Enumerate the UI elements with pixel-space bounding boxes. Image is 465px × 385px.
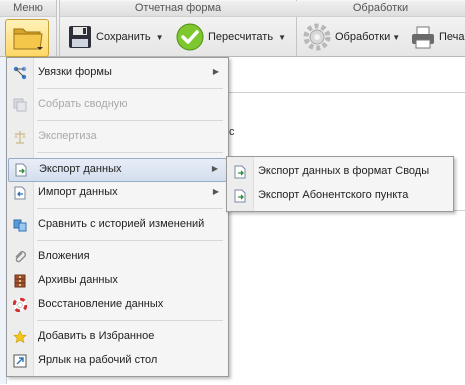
submenu-arrow-icon: ▶ — [212, 187, 219, 196]
background-form-area — [228, 210, 465, 385]
group-title-report: Отчетная форма — [60, 1, 296, 17]
menu-item-label: Вложения — [38, 250, 90, 262]
submenu-item-label: Экспорт Абонентского пункта — [258, 189, 409, 201]
save-label: Сохранить — [96, 31, 151, 43]
menu-item-label: Импорт данных — [38, 186, 118, 198]
menu-item-label: Экспертиза — [38, 130, 97, 142]
chevron-down-icon: ▼ — [278, 32, 286, 42]
export-doc-icon — [233, 165, 247, 179]
menu-separator — [37, 320, 223, 321]
star-icon — [13, 330, 27, 344]
background-text-fragment: c — [229, 126, 235, 138]
ribbon-group-processing: Обработки Обработки ▼ Печа — [296, 0, 465, 56]
recalculate-button[interactable]: Пересчитать ▼ — [175, 19, 286, 55]
print-button[interactable]: Печа — [410, 19, 465, 55]
menu-item-form-relations[interactable]: Увязки формы ▶ — [8, 62, 227, 84]
submenu-item-export-subscriber-point[interactable]: Экспорт Абонентского пункта — [228, 185, 452, 207]
compare-icon — [13, 218, 27, 232]
menu-item-label: Восстановление данных — [38, 298, 164, 310]
menu-item-data-recovery[interactable]: Восстановление данных — [8, 294, 227, 316]
import-icon — [13, 186, 27, 200]
printer-icon — [412, 26, 434, 49]
menu-separator — [37, 208, 223, 209]
main-menu-button[interactable] — [5, 19, 49, 57]
menu-item-compare-history[interactable]: Сравнить с историей изменений — [8, 214, 227, 236]
recalculate-label: Пересчитать — [208, 31, 274, 43]
menu-item-label: Сравнить с историей изменений — [38, 218, 205, 230]
menu-item-desktop-shortcut[interactable]: Ярлык на рабочий стол — [8, 350, 227, 372]
checkmark-icon — [176, 23, 204, 51]
menu-item-expertise: Экспертиза — [8, 126, 227, 148]
main-dropdown-menu: Увязки формы ▶ Собрать сводную Экспертиз… — [6, 57, 229, 377]
save-button[interactable]: Сохранить ▼ — [67, 19, 164, 55]
folder-icon — [13, 28, 43, 50]
menu-item-label: Собрать сводную — [38, 98, 128, 110]
floppy-disk-icon — [69, 26, 91, 48]
submenu-item-export-svody[interactable]: Экспорт данных в формат Своды — [228, 161, 452, 183]
menu-item-label: Ярлык на рабочий стол — [38, 354, 158, 366]
ribbon-group-report: Отчетная форма Сохранить ▼ Пересчитать ▼ — [59, 0, 297, 56]
processing-button[interactable]: Обработки ▼ — [302, 19, 400, 55]
group-title-menu: Меню — [0, 1, 56, 17]
paperclip-icon — [13, 250, 27, 264]
chevron-down-icon: ▼ — [392, 32, 401, 42]
archive-icon — [13, 274, 27, 288]
processing-label: Обработки — [335, 31, 391, 43]
menu-item-build-summary: Собрать сводную — [8, 94, 227, 116]
menu-separator — [37, 152, 223, 153]
menu-item-label: Экспорт данных — [39, 163, 122, 175]
consolidate-icon — [13, 98, 27, 112]
chevron-down-icon: ▼ — [155, 32, 164, 42]
ribbon-group-menu: Меню — [0, 0, 57, 57]
export-icon — [14, 163, 28, 177]
relations-icon — [13, 66, 27, 80]
menu-item-label: Архивы данных — [38, 274, 118, 286]
submenu-item-label: Экспорт данных в формат Своды — [258, 165, 430, 177]
shortcut-icon — [13, 354, 27, 368]
background-divider — [228, 92, 465, 93]
menu-item-label: Увязки формы — [38, 66, 112, 78]
menu-item-add-favorites[interactable]: Добавить в Избранное — [8, 326, 227, 348]
print-label: Печа — [439, 31, 465, 43]
group-title-processing: Обработки — [296, 1, 465, 17]
scales-icon — [13, 130, 27, 144]
menu-item-data-archives[interactable]: Архивы данных — [8, 270, 227, 292]
export-submenu: Экспорт данных в формат Своды Экспорт Аб… — [226, 156, 454, 212]
ribbon-toolbar: Меню Отчетная форма Сохранить ▼ Пересчит… — [0, 0, 465, 57]
submenu-arrow-icon: ▶ — [212, 67, 219, 76]
menu-item-import-data[interactable]: Импорт данных ▶ — [8, 182, 227, 204]
menu-item-label: Добавить в Избранное — [38, 330, 155, 342]
menu-item-attachments[interactable]: Вложения — [8, 246, 227, 268]
menu-item-export-data[interactable]: Экспорт данных ▶ — [8, 158, 227, 182]
gear-icon — [303, 23, 331, 51]
export-doc-icon — [233, 189, 247, 203]
menu-separator — [37, 88, 223, 89]
menu-separator — [37, 240, 223, 241]
lifebuoy-icon — [13, 298, 27, 312]
submenu-arrow-icon: ▶ — [211, 164, 218, 173]
menu-separator — [37, 120, 223, 121]
